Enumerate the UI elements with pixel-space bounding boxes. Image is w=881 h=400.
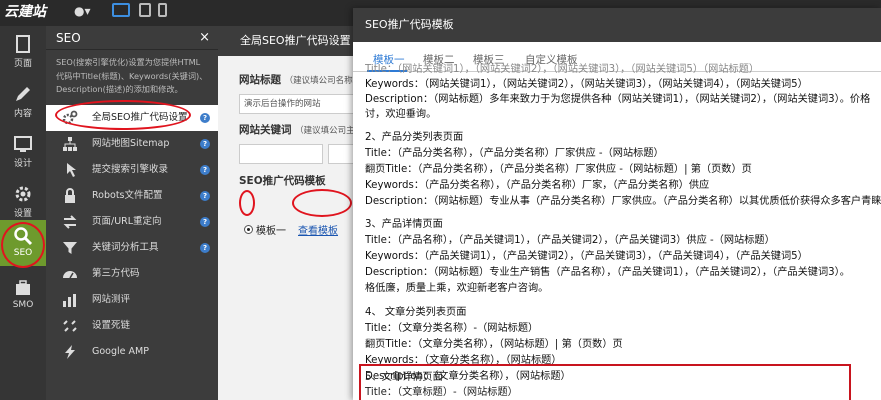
template-line: Description：（网站标题）多年来致力于为您提供各种（网站关键词1），（… <box>365 94 871 105</box>
dashboard-icon <box>63 270 77 278</box>
modal-title: SEO推广代码模板 <box>353 8 881 42</box>
sidebar-item-label: 网站地图Sitemap <box>92 137 170 149</box>
site-title-input[interactable]: 演示后台操作的网站 <box>239 94 358 114</box>
template-line: Keywords：（产品分类名称），（产品分类名称）厂家，（产品分类名称）供应 <box>365 180 710 191</box>
gear-icon <box>15 186 31 202</box>
logo: 云建站 <box>4 4 46 20</box>
seo-sidebar: SEO × SEO(搜索引擎优化)设置为您提供HTML代码中Title(标题)、… <box>46 26 218 400</box>
sidebar-item-redirect[interactable]: 页面/URL重定向 ? <box>46 209 218 235</box>
template-line: Title：（产品分类名称），（产品分类名称）厂家供应 -（网站标题） <box>365 148 664 159</box>
help-icon[interactable]: ? <box>200 112 210 123</box>
rail-label: 页面 <box>13 59 32 69</box>
bar-chart-icon <box>63 293 76 307</box>
template-line: 4、 文章分类列表页面 <box>365 307 467 318</box>
sidebar-item-dead-link[interactable]: 设置死链 <box>46 313 218 339</box>
label-hint: （建议填公司主 <box>295 126 355 136</box>
template-line: 翻页Title：（产品分类名称），（产品分类名称）厂家供应 -（网站标题）| 第… <box>365 164 752 175</box>
annotation-oval-seo <box>1 222 45 268</box>
template-content: Title：（网站关键词1），（网站关键词2），（网站关键词3），（网站关键词5… <box>365 62 881 400</box>
sidebar-header: SEO × <box>46 26 218 50</box>
annotation-oval-global-seo <box>55 100 191 130</box>
sidebar-item-label: 网站测评 <box>92 293 131 305</box>
rail-label: SMO <box>12 300 34 310</box>
filter-icon <box>63 241 77 254</box>
pointer-icon <box>67 162 76 177</box>
keyword-input-1[interactable] <box>239 144 323 164</box>
broken-link-icon <box>63 319 77 332</box>
rail-label: 设置 <box>13 209 32 219</box>
annotation-oval-radio <box>239 190 255 216</box>
template-line: Keywords：（网站关键词1），（网站关键词2），（网站关键词3），（网站关… <box>365 79 808 90</box>
redirect-icon <box>63 214 77 229</box>
page-icon <box>16 35 30 53</box>
rail-label: 设计 <box>13 159 32 169</box>
template-line: 格低廉，质量上乘，欢迎新老客户咨询。 <box>365 283 549 294</box>
close-icon[interactable]: × <box>199 26 210 50</box>
template-line: 讨，欢迎垂询。 <box>365 109 437 120</box>
label-text: 网站关键词 <box>239 124 292 136</box>
main-nav-rail: 页面 内容 设计 设置 SEO SMO <box>0 26 46 400</box>
sidebar-title: SEO <box>56 31 81 45</box>
help-icon[interactable]: ? <box>200 242 210 253</box>
template-line: 翻页Title：（文章分类名称），（网站标题）| 第（页数）页 <box>365 339 623 350</box>
label-hint: （建议填公司名称 <box>284 76 353 86</box>
template-line: Title：（产品名称），（产品关键词1），（产品关键词2），（产品关键词3）供… <box>365 235 775 246</box>
rail-item-content[interactable]: 内容 <box>0 76 46 126</box>
sidebar-item-label: Google AMP <box>92 345 149 357</box>
mobile-view-icon[interactable] <box>158 3 167 17</box>
rail-item-settings[interactable]: 设置 <box>0 176 46 226</box>
sidebar-item-google-amp[interactable]: Google AMP <box>46 339 218 365</box>
help-icon[interactable]: ? <box>200 190 210 201</box>
panel-title: 全局SEO推广代码设置 <box>218 26 358 56</box>
sidebar-item-label: 提交搜索引擎收录 <box>92 163 169 175</box>
template-radio[interactable] <box>244 225 253 234</box>
desktop-view-icon[interactable] <box>112 3 130 17</box>
sitemap-icon <box>63 136 77 151</box>
sidebar-item-submit-index[interactable]: 提交搜索引擎收录 ? <box>46 157 218 183</box>
sidebar-item-label: 页面/URL重定向 <box>92 215 162 227</box>
user-icon[interactable]: ●▾ <box>74 4 91 18</box>
view-template-link[interactable]: 查看模板 <box>298 222 338 237</box>
sidebar-item-label: 关键词分析工具 <box>92 241 159 253</box>
sidebar-item-sitemap[interactable]: 网站地图Sitemap ? <box>46 131 218 157</box>
annotation-oval-view-link <box>292 189 352 217</box>
help-icon[interactable]: ? <box>200 164 210 175</box>
template-line: Description：（网站标题）专业从事（产品分类名称）厂家供应。（产品分类… <box>365 196 881 207</box>
rail-label: 内容 <box>13 109 32 119</box>
design-icon <box>14 136 32 152</box>
template-line: 3、产品详情页面 <box>365 219 443 230</box>
lock-icon <box>65 187 75 203</box>
lightning-icon <box>65 344 75 359</box>
template-radio-label: 模板一 <box>256 226 286 237</box>
label-text: 网站标题 <box>239 74 281 86</box>
rail-item-smo[interactable]: SMO <box>0 270 46 320</box>
tablet-view-icon[interactable] <box>139 3 151 17</box>
pencil-icon <box>16 87 30 101</box>
help-icon[interactable]: ? <box>200 216 210 227</box>
sidebar-item-label: 第三方代码 <box>92 267 140 279</box>
help-icon[interactable]: ? <box>200 138 210 149</box>
template-line: Title：（文章分类名称）-（网站标题） <box>365 323 539 334</box>
template-label: SEO推广代码模板 <box>239 175 326 187</box>
template-line: Description：（网站标题）专业生产销售（产品名称），（产品关键词1），… <box>365 267 850 278</box>
sidebar-item-third-party-code[interactable]: 第三方代码 <box>46 261 218 287</box>
sidebar-description: SEO(搜索引擎优化)设置为您提供HTML代码中Title(标题)、Keywor… <box>56 57 208 94</box>
rail-item-page[interactable]: 页面 <box>0 26 46 76</box>
rail-item-design[interactable]: 设计 <box>0 126 46 176</box>
seo-template-modal: SEO推广代码模板 模板一 模板二 模板三 自定义模板 Title：（网站关键词… <box>353 8 881 400</box>
template-line: 5、文章详情页面 <box>365 372 443 383</box>
site-title-label: 网站标题 （建议填公司名称 <box>239 72 353 87</box>
sidebar-item-keyword-tool[interactable]: 关键词分析工具 ? <box>46 235 218 261</box>
template-line: 2、产品分类列表页面 <box>365 132 464 143</box>
keywords-label: 网站关键词 （建议填公司主 <box>239 122 355 137</box>
template-line: Title：（文章标题）-（网站标题） <box>365 387 518 398</box>
sidebar-item-label: 设置死链 <box>92 319 131 331</box>
briefcase-icon <box>16 280 30 295</box>
template-line: Title：（网站关键词1），（网站关键词2），（网站关键词3），（网站关键词5… <box>365 64 760 75</box>
sidebar-item-robots[interactable]: Robots文件配置 ? <box>46 183 218 209</box>
sidebar-item-label: Robots文件配置 <box>92 189 163 201</box>
sidebar-item-site-evaluation[interactable]: 网站测评 <box>46 287 218 313</box>
template-line: Keywords：（产品关键词1），（产品关键词2），（产品关键词3），（产品关… <box>365 251 808 262</box>
